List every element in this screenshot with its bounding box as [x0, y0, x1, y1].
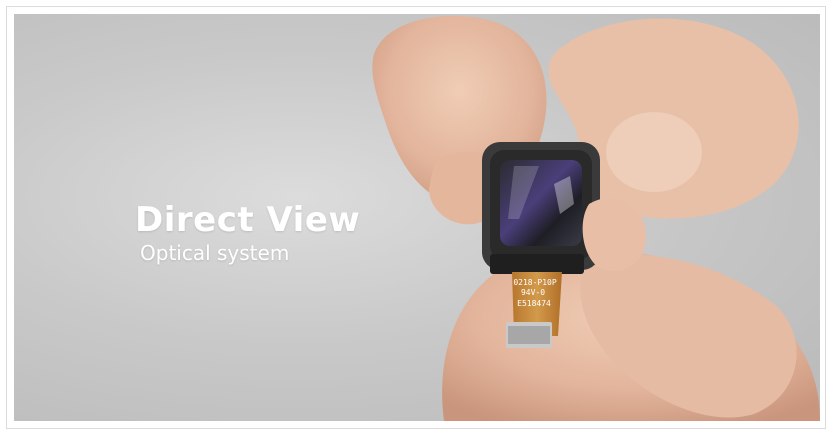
cable-marking-line-3: E518474: [517, 299, 551, 308]
thumbnail: [606, 112, 702, 192]
caption-title: Direct View: [135, 200, 361, 240]
module-base: [490, 254, 584, 274]
video-player[interactable]: 0218-P10P 94V-0 E518474 Direct View Opti…: [14, 14, 820, 421]
caption-subtitle: Optical system: [140, 241, 290, 265]
cable-marking-line-2: 94V-0: [521, 288, 545, 297]
cable-marking-line-1: 0218-P10P: [513, 278, 557, 287]
